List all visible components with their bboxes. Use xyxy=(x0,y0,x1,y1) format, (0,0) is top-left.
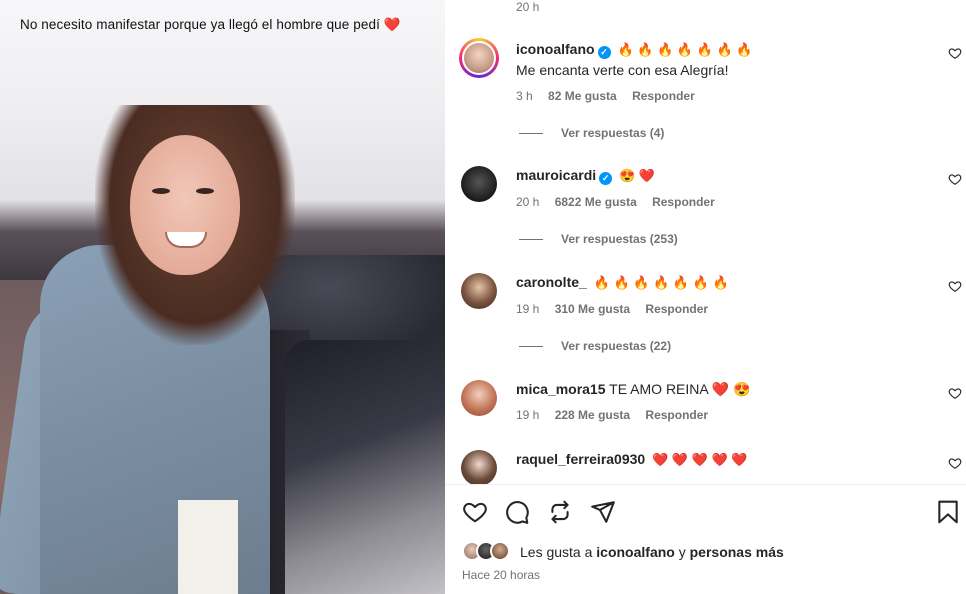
view-replies-button[interactable]: Ver respuestas (4) xyxy=(519,126,664,140)
comment-like-heart-icon[interactable] xyxy=(948,279,962,293)
previous-comment-time: 20 h xyxy=(516,0,540,14)
comment-text: 🔥 🔥 🔥 🔥 🔥 🔥 🔥 xyxy=(617,42,753,57)
comments-panel: 20 h iconoalfano ✓ 🔥 🔥 🔥 🔥 🔥 🔥 🔥 Me encan… xyxy=(445,0,966,594)
reply-button[interactable]: Responder xyxy=(632,89,695,103)
media-face xyxy=(130,135,240,275)
media-caption-heart: ❤️ xyxy=(383,17,401,32)
reply-button[interactable]: Responder xyxy=(645,302,708,316)
comment-likes[interactable]: 6822 Me gusta xyxy=(555,195,637,209)
replies-dash xyxy=(519,239,543,241)
comment-line: mica_mora15 TE AMO REINA ❤️ 😍 xyxy=(516,381,751,398)
verified-badge-icon: ✓ xyxy=(599,172,613,185)
replies-dash xyxy=(519,133,543,135)
comment-likes[interactable]: 310 Me gusta xyxy=(555,302,630,316)
heart-icon[interactable] xyxy=(462,499,488,525)
avatar[interactable] xyxy=(459,38,499,78)
comment-username[interactable]: iconoalfano xyxy=(516,41,595,57)
comment-line: iconoalfano ✓ 🔥 🔥 🔥 🔥 🔥 🔥 🔥 xyxy=(516,41,752,59)
likes-text: Les gusta a iconoalfano y personas más xyxy=(520,544,784,560)
comment-username[interactable]: raquel_ferreira0930 xyxy=(516,451,645,467)
post-media[interactable]: No necesito manifestar porque ya llegó e… xyxy=(0,0,445,594)
comment-line: caronolte_ 🔥 🔥 🔥 🔥 🔥 🔥 🔥 xyxy=(516,274,729,291)
comment-like-heart-icon[interactable] xyxy=(948,456,962,470)
reply-button[interactable]: Responder xyxy=(645,408,708,422)
view-replies-button[interactable]: Ver respuestas (253) xyxy=(519,232,678,246)
comment-text: 😍 ❤️ xyxy=(619,168,656,183)
comment-line: raquel_ferreira0930 ❤️ ❤️ ❤️ ❤️ ❤️ xyxy=(516,451,747,468)
bookmark-icon[interactable] xyxy=(935,499,961,525)
comment-like-heart-icon[interactable] xyxy=(948,46,962,60)
media-eye-right xyxy=(196,188,214,194)
comment-time[interactable]: 19 h xyxy=(516,408,539,422)
comment-meta: 19 h 228 Me gusta Responder xyxy=(516,408,720,422)
comment-text: ❤️ ❤️ ❤️ ❤️ ❤️ xyxy=(652,452,748,467)
repost-icon[interactable] xyxy=(547,499,573,525)
comment-meta: 3 h 82 Me gusta Responder xyxy=(516,89,707,103)
view-replies-label: Ver respuestas (4) xyxy=(561,126,665,140)
view-replies-label: Ver respuestas (253) xyxy=(561,232,678,246)
comment-like-heart-icon[interactable] xyxy=(948,172,962,186)
comments-list[interactable]: 20 h iconoalfano ✓ 🔥 🔥 🔥 🔥 🔥 🔥 🔥 Me encan… xyxy=(445,0,966,484)
comment-time[interactable]: 20 h xyxy=(516,195,539,209)
media-caption-text: No necesito manifestar porque ya llegó e… xyxy=(20,17,380,32)
liker-avatar xyxy=(490,541,510,561)
avatar[interactable] xyxy=(461,380,497,416)
verified-badge-icon: ✓ xyxy=(597,46,611,59)
comment-time[interactable]: 19 h xyxy=(516,302,539,316)
comment-username[interactable]: mica_mora15 xyxy=(516,381,606,397)
likes-others[interactable]: personas más xyxy=(690,544,784,560)
view-replies-button[interactable]: Ver respuestas (22) xyxy=(519,339,671,353)
media-caption: No necesito manifestar porque ya llegó e… xyxy=(20,17,401,33)
comment-meta: 20 h 6822 Me gusta Responder xyxy=(516,195,727,209)
media-pants xyxy=(178,500,238,594)
replies-dash xyxy=(519,346,543,348)
reply-button[interactable]: Responder xyxy=(652,195,715,209)
post-time[interactable]: Hace 20 horas xyxy=(462,568,540,582)
comment-text-second-line: Me encanta verte con esa Alegría! xyxy=(516,62,729,78)
likes-connector: y xyxy=(678,544,686,560)
comment-like-heart-icon[interactable] xyxy=(948,386,962,400)
comment-username[interactable]: caronolte_ xyxy=(516,274,587,290)
likes-prefix: Les gusta a xyxy=(520,544,593,560)
comment-icon[interactable] xyxy=(504,499,530,525)
media-car-window xyxy=(285,340,445,594)
view-replies-label: Ver respuestas (22) xyxy=(561,339,672,353)
avatar[interactable] xyxy=(461,273,497,309)
comment-time[interactable]: 3 h xyxy=(516,89,533,103)
comment-username[interactable]: mauroicardi xyxy=(516,167,596,183)
comment-likes[interactable]: 228 Me gusta xyxy=(555,408,630,422)
avatar[interactable] xyxy=(461,166,497,202)
likes-user[interactable]: iconoalfano xyxy=(596,544,675,560)
comment-line: mauroicardi ✓ 😍 ❤️ xyxy=(516,167,655,185)
share-icon[interactable] xyxy=(590,499,616,525)
comment-meta: 19 h 310 Me gusta Responder xyxy=(516,302,720,316)
avatar[interactable] xyxy=(461,450,497,484)
media-eye-left xyxy=(152,188,170,194)
comment-text: TE AMO REINA ❤️ 😍 xyxy=(609,381,751,397)
comment-text: 🔥 🔥 🔥 🔥 🔥 🔥 🔥 xyxy=(593,275,729,290)
action-bar xyxy=(445,484,966,538)
comment-likes[interactable]: 82 Me gusta xyxy=(548,89,617,103)
